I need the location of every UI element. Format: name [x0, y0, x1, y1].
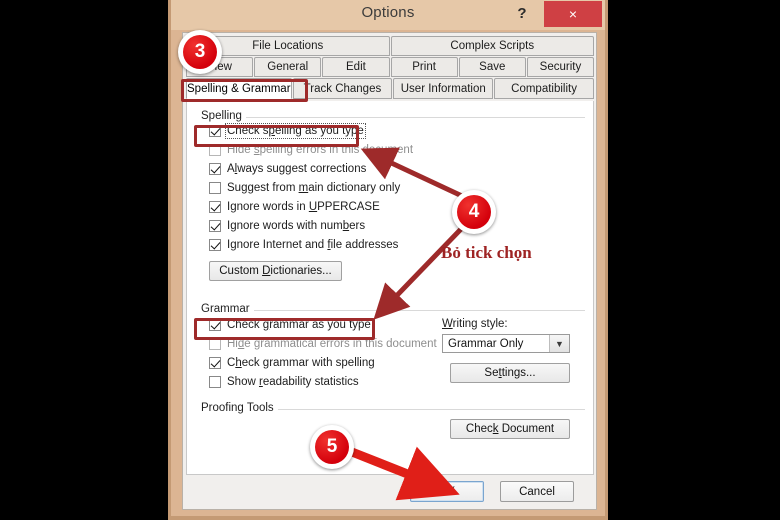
checkbox-ignore-internet-and-file-addresses[interactable]: Ignore Internet and file addresses: [209, 239, 398, 251]
checkbox-label: Check spelling as you type: [225, 123, 366, 139]
tab-save[interactable]: Save: [458, 57, 526, 77]
checkbox-label: Ignore Internet and file addresses: [227, 239, 399, 251]
custom-dictionaries-label: Custom Dictionaries...: [219, 265, 332, 277]
checkbox-indicator[interactable]: [209, 144, 221, 156]
tab-track-changes[interactable]: Track Changes: [292, 78, 393, 99]
grammar-group-label: Grammar: [197, 303, 254, 315]
settings-label: Settings...: [484, 367, 536, 379]
tab-row-1: File Locations Complex Scripts: [186, 36, 594, 56]
checkbox-hide-grammatical-errors[interactable]: Hide grammatical errors in this document: [209, 338, 437, 350]
tab-row-2: View General Edit Print Save Security: [186, 57, 595, 77]
tab-spelling-and-grammar[interactable]: Spelling & Grammar: [186, 78, 292, 99]
annotation-note: Bỏ tick chọn: [441, 243, 532, 262]
tab-row-3: Spelling & Grammar Track Changes User In…: [186, 78, 594, 99]
tab-edit[interactable]: Edit: [322, 57, 390, 77]
checkbox-label: Hide spelling errors in this document: [227, 144, 414, 156]
checkbox-indicator[interactable]: [209, 319, 221, 331]
writing-style-value: Grammar Only: [448, 337, 524, 350]
checkbox-ignore-words-with-numbers[interactable]: Ignore words with numbers: [209, 220, 365, 232]
writing-style-label: Writing style:: [442, 318, 508, 330]
proofing-group-label: Proofing Tools: [197, 402, 278, 414]
checkbox-hide-spelling-errors[interactable]: Hide spelling errors in this document: [209, 144, 413, 156]
dialog-title: Options: [361, 4, 415, 21]
checkbox-indicator[interactable]: [209, 182, 221, 194]
callout-badge-3: 3: [178, 30, 222, 74]
callout-badge-5-number: 5: [315, 430, 349, 464]
tab-print[interactable]: Print: [390, 57, 458, 77]
callout-badge-4-number: 4: [457, 195, 491, 229]
checkbox-label: Always suggest corrections: [227, 163, 367, 175]
spelling-group-label: Spelling: [197, 110, 246, 122]
checkbox-indicator[interactable]: [209, 220, 221, 232]
ok-button[interactable]: OK: [410, 481, 484, 502]
tab-general[interactable]: General: [254, 57, 322, 77]
letterbox-right: [608, 0, 780, 520]
checkbox-check-grammar-as-you-type[interactable]: Check grammar as you type: [209, 319, 371, 331]
check-document-label: Check Document: [465, 423, 555, 435]
checkbox-indicator[interactable]: [209, 125, 221, 137]
checkbox-indicator[interactable]: [209, 239, 221, 251]
checkbox-label: Ignore words with numbers: [227, 220, 366, 232]
screenshot-stage: Options ? × File Locations Complex Scrip…: [0, 0, 780, 520]
dialog-footer: OK Cancel: [186, 476, 594, 508]
checkbox-label: Ignore words in UPPERCASE: [227, 201, 380, 213]
callout-badge-3-number: 3: [183, 35, 217, 69]
checkbox-suggest-from-main-dictionary-only[interactable]: Suggest from main dictionary only: [209, 182, 400, 194]
tab-user-information[interactable]: User Information: [393, 78, 494, 99]
checkbox-label: Check grammar with spelling: [227, 357, 375, 369]
checkbox-indicator[interactable]: [209, 357, 221, 369]
options-dialog: Options ? × File Locations Complex Scrip…: [168, 0, 608, 520]
checkbox-label: Check grammar as you type: [227, 319, 371, 331]
close-icon[interactable]: ×: [544, 1, 602, 27]
writing-style-select[interactable]: Grammar Only ▼: [442, 334, 570, 353]
dialog-body: File Locations Complex Scripts View Gene…: [182, 32, 597, 510]
tab-strip: File Locations Complex Scripts View Gene…: [186, 36, 595, 99]
checkbox-label: Suggest from main dictionary only: [227, 182, 401, 194]
settings-button[interactable]: Settings...: [450, 363, 570, 383]
help-button[interactable]: ?: [511, 2, 533, 26]
checkbox-show-readability-statistics[interactable]: Show readability statistics: [209, 376, 359, 388]
checkbox-check-spelling-as-you-type[interactable]: Check spelling as you type: [209, 123, 366, 139]
spelling-grammar-panel: Spelling Check spelling as you type Hide…: [186, 101, 594, 475]
letterbox-left: [0, 0, 168, 520]
title-bar: Options ? ×: [171, 0, 605, 30]
checkbox-indicator[interactable]: [209, 338, 221, 350]
tab-compatibility[interactable]: Compatibility: [494, 78, 594, 99]
custom-dictionaries-button[interactable]: Custom Dictionaries...: [209, 261, 342, 281]
callout-badge-5: 5: [310, 425, 354, 469]
checkbox-indicator[interactable]: [209, 163, 221, 175]
checkbox-always-suggest-corrections[interactable]: Always suggest corrections: [209, 163, 366, 175]
cancel-button[interactable]: Cancel: [500, 481, 574, 502]
spelling-group-divider: [197, 117, 585, 118]
checkbox-check-grammar-with-spelling[interactable]: Check grammar with spelling: [209, 357, 375, 369]
tab-complex-scripts[interactable]: Complex Scripts: [390, 36, 594, 56]
checkbox-label: Hide grammatical errors in this document: [227, 338, 437, 350]
callout-badge-4: 4: [452, 190, 496, 234]
check-document-button[interactable]: Check Document: [450, 419, 570, 439]
checkbox-indicator[interactable]: [209, 376, 221, 388]
checkbox-label: Show readability statistics: [227, 376, 359, 388]
checkbox-ignore-words-in-uppercase[interactable]: Ignore words in UPPERCASE: [209, 201, 380, 213]
tab-security[interactable]: Security: [526, 57, 595, 77]
chevron-down-icon[interactable]: ▼: [549, 335, 569, 352]
grammar-group-divider: [197, 310, 585, 311]
checkbox-indicator[interactable]: [209, 201, 221, 213]
